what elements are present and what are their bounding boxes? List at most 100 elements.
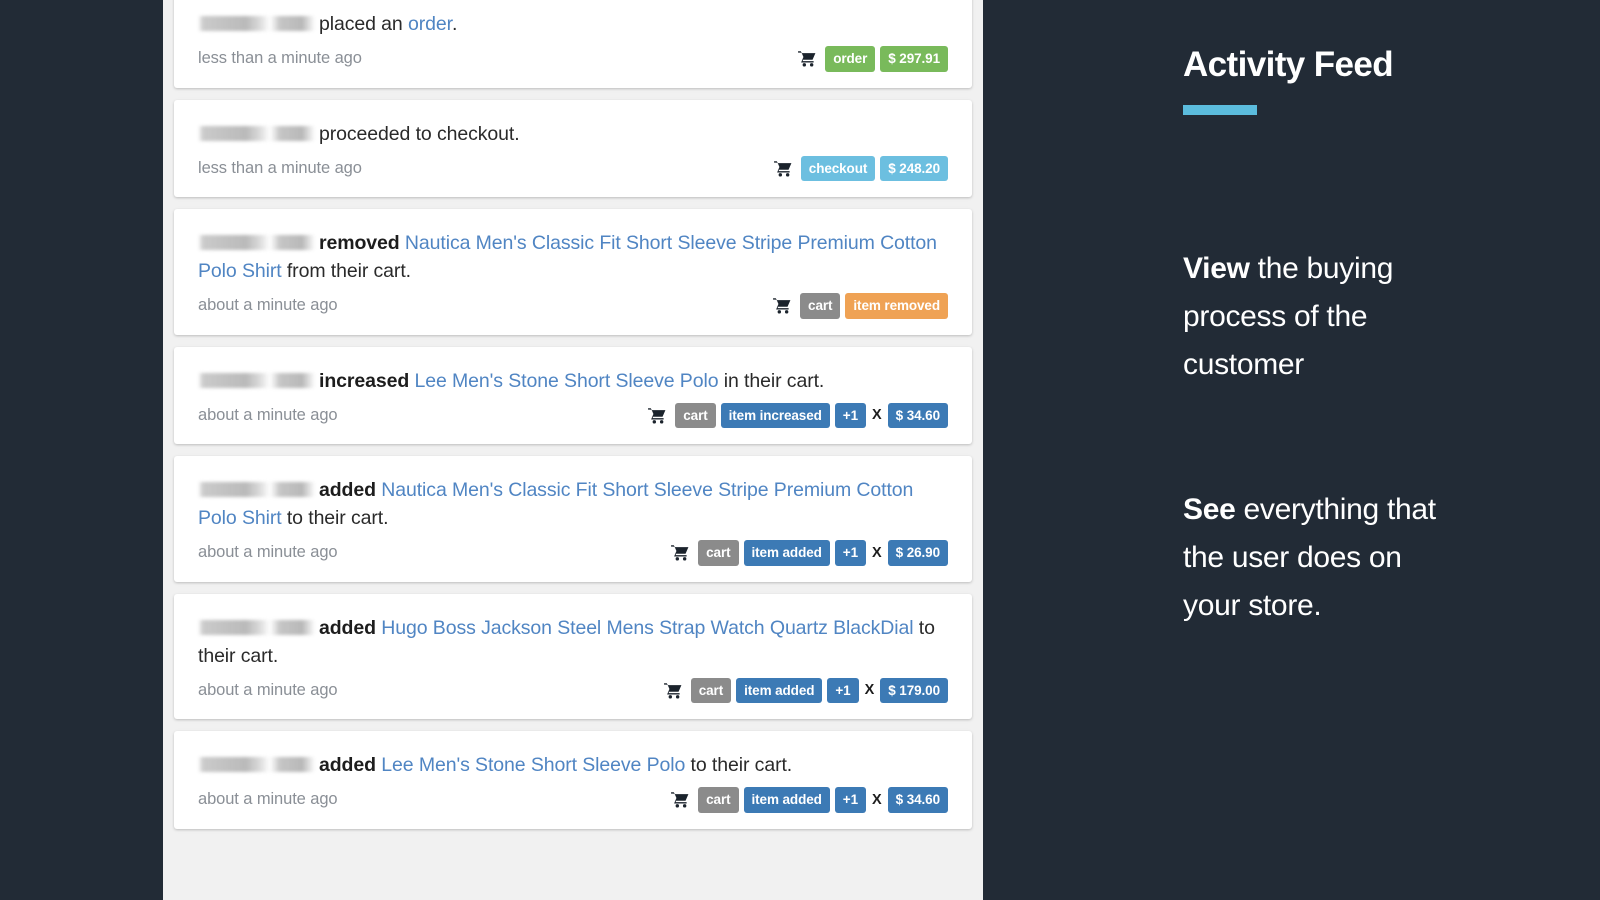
- activity-card-footer: about a minute ago cart item removed: [198, 293, 948, 319]
- product-link[interactable]: Hugo Boss Jackson Steel Mens Strap Watch…: [381, 617, 913, 639]
- activity-verb: added: [319, 616, 376, 639]
- shopping-cart-icon: [671, 544, 689, 561]
- redacted-user-name: [198, 125, 315, 141]
- activity-post-text: from their cart.: [281, 260, 411, 282]
- status-badge: item added: [743, 540, 830, 566]
- shopping-cart-icon: [663, 682, 682, 699]
- status-badge: $ 297.91: [880, 46, 948, 72]
- activity-card[interactable]: placed an order. less than a minute ago or…: [174, 0, 972, 88]
- activity-card[interactable]: added Hugo Boss Jackson Steel Mens Strap…: [174, 593, 972, 719]
- status-badge: item added: [743, 787, 830, 813]
- activity-verb: added: [319, 754, 376, 776]
- activity-message: proceeded to checkout.: [198, 120, 948, 148]
- status-badge: cart: [675, 402, 716, 428]
- redacted-user-name: [198, 372, 315, 388]
- shopping-cart-icon: [773, 297, 791, 314]
- activity-verb: added: [319, 479, 376, 501]
- product-link[interactable]: Lee Men's Stone Short Sleeve Polo: [414, 370, 718, 392]
- amount-badge: $ 34.60: [887, 402, 948, 428]
- multiply-sign: X: [871, 544, 882, 561]
- product-link[interactable]: order: [408, 13, 452, 35]
- status-badge: checkout: [800, 155, 876, 181]
- activity-post-text: to their cart.: [281, 507, 389, 529]
- activity-card[interactable]: proceeded to checkout. less than a minute…: [174, 99, 972, 197]
- activity-post-text: .: [451, 13, 458, 35]
- activity-feed-panel: placed an order. less than a minute ago or…: [163, 0, 983, 900]
- activity-card-footer: less than a minute ago order $ 297.91: [198, 46, 948, 72]
- amount-badge: $ 179.00: [880, 677, 948, 703]
- activity-pre-text: placed an: [319, 13, 408, 35]
- activity-card-footer: about a minute ago cart item added +1 X $ 179…: [198, 677, 948, 703]
- activity-message: placed an order.: [198, 10, 948, 38]
- status-badge: cart: [690, 677, 732, 703]
- activity-badge-group: cart item removed: [773, 293, 948, 319]
- status-badge: item increased: [720, 402, 830, 428]
- redacted-user-name: [198, 235, 315, 250]
- product-link[interactable]: Lee Men's Stone Short Sleeve Polo: [381, 754, 685, 776]
- shopping-cart-icon: [671, 791, 689, 808]
- shopping-cart-icon: [798, 50, 816, 67]
- status-badge: item added: [736, 677, 823, 703]
- activity-card-footer: about a minute ago cart item added +1 X $ 34.…: [198, 787, 948, 813]
- redacted-user-name: [198, 482, 315, 497]
- info-block-see-lead: See: [1183, 493, 1236, 526]
- status-badge: cart: [800, 293, 841, 319]
- activity-message: added Hugo Boss Jackson Steel Mens Strap…: [198, 614, 948, 670]
- activity-card-footer: about a minute ago cart item added +1 X $ 26.…: [198, 540, 948, 566]
- activity-timestamp: about a minute ago: [198, 680, 338, 699]
- activity-post-text: to their cart.: [685, 754, 793, 776]
- shopping-cart-icon: [773, 160, 792, 177]
- activity-verb: removed: [319, 232, 400, 254]
- activity-verb: increased: [319, 369, 410, 392]
- activity-badge-group: cart item added +1 X $ 34.60: [671, 787, 948, 813]
- title-underline: [1183, 105, 1257, 115]
- activity-card[interactable]: increased Lee Men's Stone Short Sleeve P…: [174, 346, 972, 444]
- status-badge: item removed: [845, 293, 948, 319]
- info-block-view: View the buying process of the customer: [1183, 245, 1463, 389]
- activity-badge-group: order $ 297.91: [798, 46, 948, 72]
- multiply-sign: X: [864, 682, 875, 699]
- activity-badge-group: checkout $ 248.20: [773, 155, 948, 181]
- activity-message: added Nautica Men's Classic Fit Short Sl…: [198, 476, 948, 532]
- activity-badge-group: cart item added +1 X $ 179.00: [663, 677, 948, 703]
- activity-badge-group: cart item increased +1 X $ 34.60: [648, 402, 948, 428]
- activity-post-text: in their cart.: [718, 369, 825, 392]
- activity-feed-list[interactable]: placed an order. less than a minute ago or…: [163, 0, 983, 841]
- activity-message: removed Nautica Men's Classic Fit Short …: [198, 229, 948, 285]
- status-badge: cart: [698, 540, 739, 566]
- shopping-cart-icon: [648, 407, 666, 424]
- activity-timestamp: about a minute ago: [198, 790, 338, 809]
- activity-card-footer: less than a minute ago checkout $ 248.20: [198, 155, 948, 181]
- activity-card[interactable]: removed Nautica Men's Classic Fit Short …: [174, 209, 972, 335]
- amount-badge: $ 26.90: [887, 540, 948, 566]
- redacted-user-name: [198, 619, 315, 635]
- amount-badge: $ 34.60: [887, 787, 948, 813]
- activity-timestamp: about a minute ago: [198, 543, 338, 562]
- activity-card[interactable]: added Lee Men's Stone Short Sleeve Polo …: [174, 731, 972, 829]
- quantity-badge: +1: [834, 402, 866, 428]
- info-block-see: See everything that the user does on you…: [1183, 486, 1463, 630]
- quantity-badge: +1: [834, 787, 866, 813]
- activity-timestamp: less than a minute ago: [198, 49, 362, 68]
- activity-timestamp: about a minute ago: [198, 296, 338, 315]
- activity-timestamp: about a minute ago: [198, 405, 338, 424]
- activity-timestamp: less than a minute ago: [198, 158, 362, 177]
- activity-card[interactable]: added Nautica Men's Classic Fit Short Sl…: [174, 456, 972, 582]
- multiply-sign: X: [871, 791, 882, 808]
- status-badge: order: [825, 46, 876, 72]
- redacted-user-name: [198, 16, 315, 31]
- activity-message: increased Lee Men's Stone Short Sleeve P…: [198, 367, 948, 395]
- multiply-sign: X: [871, 407, 882, 424]
- quantity-badge: +1: [827, 677, 859, 703]
- activity-message: added Lee Men's Stone Short Sleeve Polo …: [198, 751, 948, 779]
- quantity-badge: +1: [834, 540, 866, 566]
- page-title: Activity Feed: [1183, 45, 1394, 84]
- info-block-view-lead: View: [1183, 252, 1250, 285]
- activity-card-footer: about a minute ago cart item increased +1 X $…: [198, 402, 948, 428]
- activity-badge-group: cart item added +1 X $ 26.90: [671, 540, 948, 566]
- info-panel: Activity Feed View the buying process of…: [1183, 0, 1600, 900]
- status-badge: $ 248.20: [880, 155, 948, 181]
- activity-pre-text: proceeded to checkout.: [319, 122, 520, 145]
- redacted-user-name: [198, 757, 315, 772]
- status-badge: cart: [698, 787, 739, 813]
